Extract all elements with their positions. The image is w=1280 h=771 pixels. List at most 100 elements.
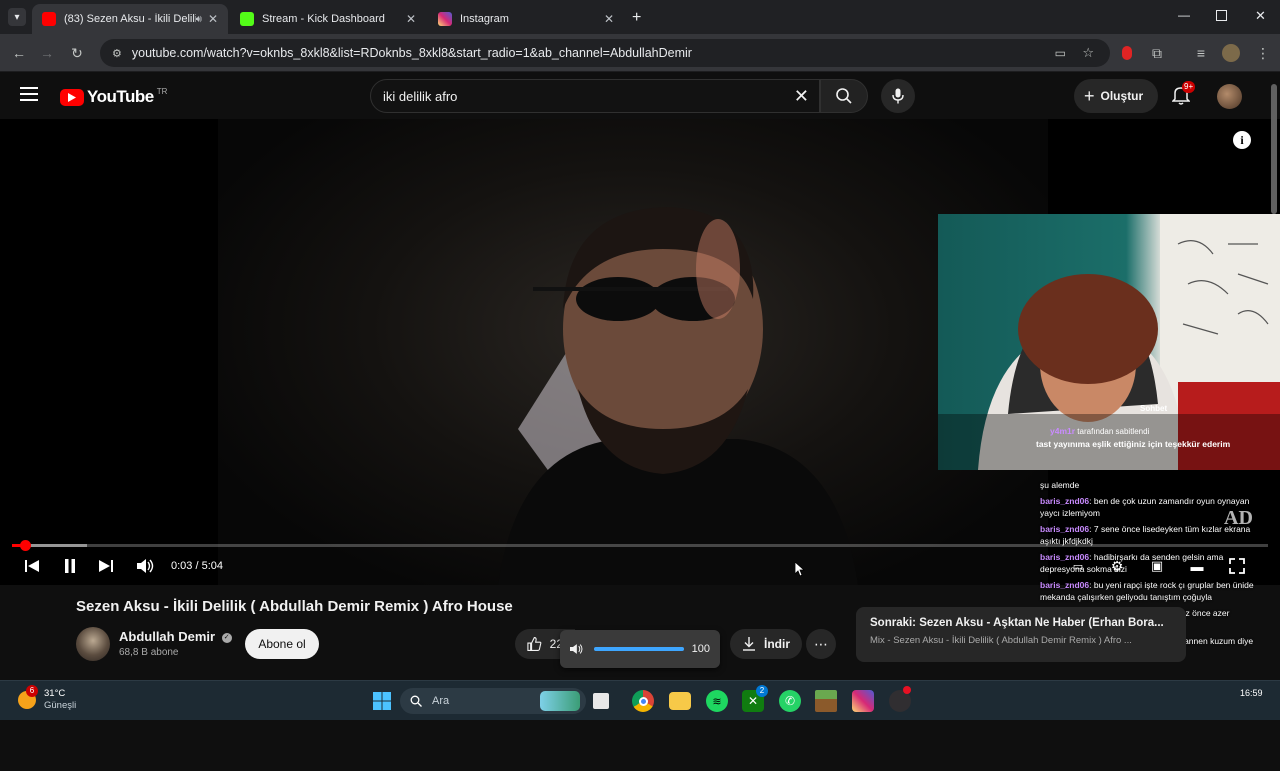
video-frame[interactable]	[218, 119, 1048, 585]
chat-message: baris_znd06: bu yeni rapçi işte rock çı …	[1040, 580, 1254, 602]
extensions-puzzle-icon[interactable]: ⧉	[1146, 42, 1168, 64]
notifications-button[interactable]: 9+	[1171, 81, 1196, 110]
youtube-logo-text: YouTube	[87, 87, 154, 106]
reload-icon[interactable]: ↻	[66, 42, 88, 64]
channel-name-text: Abdullah Demir	[119, 629, 216, 644]
settings-gear-icon[interactable]: ⚙	[1107, 556, 1127, 576]
browser-tab-kick[interactable]: Stream - Kick Dashboard ✕	[230, 4, 426, 34]
weather-temperature: 31°C	[44, 688, 66, 699]
fullscreen-icon	[1229, 558, 1245, 574]
video-thumbnail-portrait	[498, 207, 858, 585]
youtube-header: YouTube TR iki delilik afro ✕ + Oluştur …	[0, 73, 1280, 119]
browser-tab-strip: ▾ (83) Sezen Aksu - İkili Delili 🔊︎ ✕ St…	[0, 0, 1280, 34]
more-actions-button[interactable]: ⋯	[806, 629, 836, 659]
channel-avatar[interactable]	[76, 627, 110, 661]
volume-level	[593, 647, 684, 651]
plus-icon: +	[1084, 85, 1095, 106]
tab-close-icon[interactable]: ✕	[208, 12, 218, 26]
miniplayer-button[interactable]: ▣	[1146, 556, 1168, 576]
subscriber-count: 68,8 B abone	[119, 647, 179, 658]
page-scrollbar[interactable]	[1270, 76, 1278, 680]
create-button[interactable]: + Oluştur	[1074, 79, 1158, 113]
obs-recording-icon[interactable]	[889, 686, 911, 712]
restore-window-button[interactable]	[1216, 10, 1227, 21]
play-pause-button[interactable]	[60, 556, 80, 576]
volume-slider[interactable]	[593, 647, 684, 651]
verified-check-icon: ✓	[221, 632, 232, 643]
search-icon	[836, 88, 852, 104]
taskbar-search-box[interactable]: Ara	[400, 688, 586, 714]
next-video-mix: Mix - Sezen Aksu - İkili Delilik ( Abdul…	[870, 635, 1132, 646]
tab-close-icon[interactable]: ✕	[604, 12, 614, 26]
browser-menu-icon[interactable]: ⋮	[1252, 42, 1274, 64]
previous-button[interactable]	[22, 556, 42, 576]
video-progress-bar[interactable]	[12, 540, 1268, 551]
profile-avatar-icon[interactable]	[1220, 42, 1242, 64]
close-window-button[interactable]: ✕	[1255, 8, 1266, 24]
subscribe-button[interactable]: Abone ol	[245, 629, 319, 659]
volume-value: 100	[691, 643, 710, 655]
forward-arrow-icon[interactable]: →	[36, 42, 58, 64]
notification-count-badge: 9+	[1182, 81, 1196, 93]
up-next-card[interactable]: Sonraki: Sezen Aksu - Aşktan Ne Haber (E…	[856, 607, 1186, 662]
pinned-user: y4m1r	[1050, 426, 1076, 436]
extension-record-icon[interactable]	[1116, 42, 1138, 64]
channel-name[interactable]: Abdullah Demir ✓	[119, 629, 232, 644]
minimize-window-button[interactable]: —	[1178, 8, 1190, 22]
windows-start-icon[interactable]	[371, 690, 393, 712]
skip-next-icon	[99, 560, 113, 572]
voice-search-button[interactable]	[881, 79, 915, 113]
weather-badge: 6	[26, 685, 38, 697]
system-clock[interactable]: 16:59	[1240, 688, 1263, 698]
new-tab-button[interactable]: +	[632, 9, 641, 27]
xbox-badge: 2	[756, 685, 768, 697]
download-button[interactable]: İndir	[730, 629, 802, 659]
subtitles-button[interactable]: ▭	[1068, 556, 1088, 576]
browser-toolbar: ← → ↻ ⚙ youtube.com/watch?v=oknbs_8xkl8&…	[0, 34, 1280, 72]
youtube-logo[interactable]: YouTube TR	[60, 87, 167, 107]
weather-widget[interactable]: 6 31°C Güneşli	[18, 685, 76, 712]
reading-list-icon[interactable]: ≡	[1190, 42, 1212, 64]
account-avatar[interactable]	[1217, 84, 1242, 109]
minecraft-icon[interactable]	[815, 690, 837, 712]
address-bar[interactable]: ⚙ youtube.com/watch?v=oknbs_8xkl8&list=R…	[100, 39, 1110, 67]
total-time: 5:04	[201, 560, 224, 572]
bookmark-star-icon[interactable]: ☆	[1082, 45, 1094, 61]
browser-tab-youtube[interactable]: (83) Sezen Aksu - İkili Delili 🔊︎ ✕	[32, 4, 228, 34]
search-query-text: iki delilik afro	[383, 88, 458, 104]
video-player[interactable]: i Sohbet y4m1r tarafından sabitlendi tas…	[0, 119, 1280, 658]
task-view-icon[interactable]	[593, 693, 609, 709]
theater-mode-button[interactable]: ▬	[1186, 556, 1208, 576]
whatsapp-icon[interactable]: ✆	[779, 690, 801, 712]
more-horizontal-icon: ⋯	[814, 635, 828, 652]
fullscreen-button[interactable]	[1226, 556, 1248, 576]
xbox-icon[interactable]: ✕ 2	[742, 685, 768, 712]
hamburger-menu-icon[interactable]	[20, 87, 38, 101]
back-arrow-icon[interactable]: ←	[8, 42, 30, 64]
file-explorer-icon[interactable]	[669, 692, 691, 710]
clear-search-icon[interactable]: ✕	[794, 86, 809, 107]
pinned-by-text: tarafından sabitlendi	[1075, 427, 1150, 436]
tab-close-icon[interactable]: ✕	[406, 12, 416, 26]
volume-icon	[137, 559, 154, 573]
audio-playing-icon[interactable]: 🔊︎	[196, 14, 202, 25]
browser-tab-instagram[interactable]: Instagram ✕	[428, 4, 624, 34]
cast-icon[interactable]: ▭	[1055, 46, 1066, 60]
search-input[interactable]: iki delilik afro ✕	[370, 79, 820, 113]
kick-favicon-icon	[240, 12, 254, 26]
spotify-icon[interactable]: ≋	[706, 690, 728, 712]
tab-search-button[interactable]: ▾	[8, 8, 26, 26]
search-button[interactable]	[820, 79, 868, 113]
pinned-message: y4m1r tarafından sabitlendi tast yayınım…	[1036, 425, 1268, 450]
system-volume-overlay[interactable]: 100	[560, 630, 720, 668]
mute-button[interactable]	[136, 556, 156, 576]
taskbar-search-placeholder: Ara	[432, 695, 450, 707]
skip-previous-icon	[25, 560, 39, 572]
next-button[interactable]	[96, 556, 116, 576]
instagram-app-icon[interactable]	[852, 690, 874, 712]
site-info-icon[interactable]: ⚙	[112, 47, 122, 60]
scrubber-handle[interactable]	[19, 540, 31, 551]
chrome-taskbar-icon[interactable]	[632, 690, 654, 712]
speaker-icon	[570, 644, 583, 654]
video-info-icon[interactable]: i	[1233, 131, 1251, 149]
